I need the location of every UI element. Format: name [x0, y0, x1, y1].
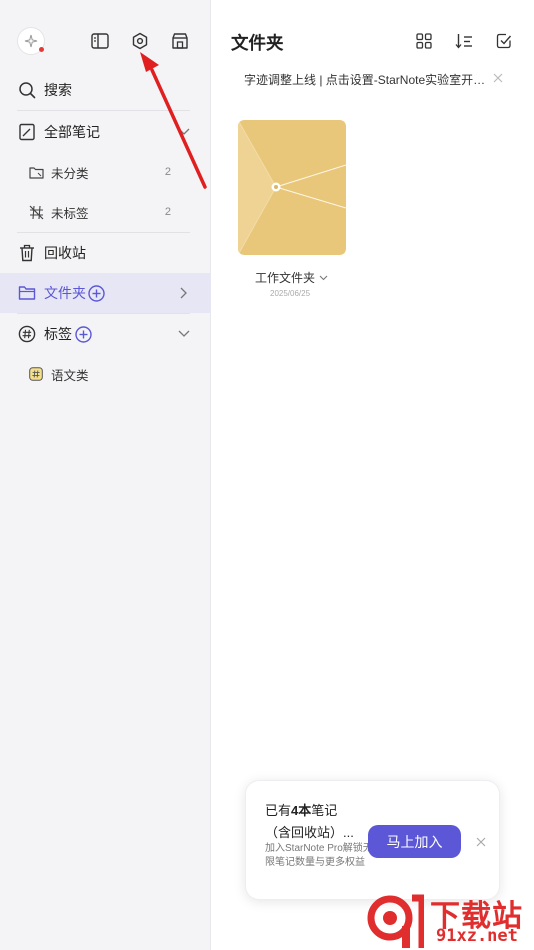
upgrade-description: 加入StarNote Pro解锁无限笔记数量与更多权益 [265, 843, 373, 868]
announcement-banner[interactable]: 字迹调整上线 | 点击设置-StarNote实验室开… [244, 71, 485, 88]
tag-badge-icon [28, 366, 44, 382]
notebook-icon [17, 122, 37, 142]
folder-title[interactable]: 工作文件夹 [255, 269, 328, 286]
watermark: 下载站 91xz.net [360, 890, 534, 950]
folder-icon [17, 283, 37, 303]
chevron-down-icon[interactable] [177, 125, 191, 139]
all-notes-label: 全部笔记 [44, 124, 100, 140]
note-count-text: 已有4本笔记 [265, 800, 337, 819]
add-tag-icon[interactable] [75, 325, 92, 343]
sidebar-item-tags[interactable]: 标签 [0, 314, 211, 354]
page-title: 文件夹 [231, 33, 284, 53]
store-icon[interactable] [169, 30, 191, 52]
close-icon[interactable] [491, 71, 505, 85]
select-icon[interactable] [493, 30, 515, 52]
add-folder-icon[interactable] [88, 284, 105, 302]
note-count-prefix: 已有 [265, 803, 292, 818]
untagged-icon [28, 204, 44, 220]
note-count-detail: （含回收站）... [265, 825, 354, 840]
uncategorized-count: 2 [164, 166, 171, 178]
folder-outline-icon [28, 164, 44, 180]
sidebar-item-all-notes[interactable]: 全部笔记 [0, 112, 211, 152]
avatar[interactable] [17, 27, 45, 55]
upgrade-card: 已有4本笔记 （含回收站）... 加入StarNote Pro解锁无限笔记数量与… [245, 780, 500, 900]
chevron-down-icon[interactable] [177, 327, 191, 341]
folders-label: 文件夹 [44, 285, 86, 301]
tags-label: 标签 [44, 326, 72, 342]
watermark-domain: 91xz.net [436, 926, 518, 946]
tag-item[interactable]: 语文类 [0, 354, 211, 394]
sort-icon[interactable] [453, 30, 475, 52]
sidebar-toolbar [0, 24, 211, 58]
note-count-suffix: 笔记 [311, 803, 338, 818]
folder-date: 2025/06/25 [270, 289, 311, 298]
sidebar-item-uncategorized[interactable]: 未分类 2 [0, 152, 211, 192]
chevron-down-icon[interactable] [319, 275, 328, 281]
search-label: 搜索 [44, 82, 72, 98]
sidebar-item-folders[interactable]: 文件夹 [0, 273, 211, 313]
folder-card[interactable] [238, 120, 346, 255]
divider [17, 110, 190, 111]
sidebar-item-trash[interactable]: 回收站 [0, 233, 211, 273]
sidebar-toggle-icon[interactable] [89, 30, 111, 52]
trash-icon [17, 243, 37, 263]
chevron-right-icon[interactable] [177, 286, 191, 300]
uncategorized-label: 未分类 [51, 166, 89, 181]
trash-label: 回收站 [44, 245, 86, 261]
notification-dot [39, 47, 44, 52]
search-icon [17, 80, 37, 100]
grid-view-icon[interactable] [413, 30, 435, 52]
search-item[interactable]: 搜索 [0, 70, 211, 110]
sidebar-item-untagged[interactable]: 未标签 2 [0, 192, 211, 232]
untagged-label: 未标签 [51, 206, 89, 221]
folder-name-text: 工作文件夹 [255, 271, 316, 285]
close-icon[interactable] [475, 836, 487, 848]
hashtag-icon [17, 324, 37, 344]
settings-icon[interactable] [129, 30, 151, 52]
join-now-button[interactable]: 马上加入 [368, 825, 461, 858]
tag-label: 语文类 [51, 368, 89, 383]
folder-cover [238, 120, 346, 255]
watermark-logo-icon [367, 894, 424, 948]
untagged-count: 2 [164, 206, 171, 218]
sparkle-icon [24, 34, 38, 48]
note-count-number: 4本 [291, 803, 312, 818]
sidebar: 搜索 全部笔记 未分类 2 未标签 2 回收站 文件夹 标签 语文类 [0, 0, 211, 950]
